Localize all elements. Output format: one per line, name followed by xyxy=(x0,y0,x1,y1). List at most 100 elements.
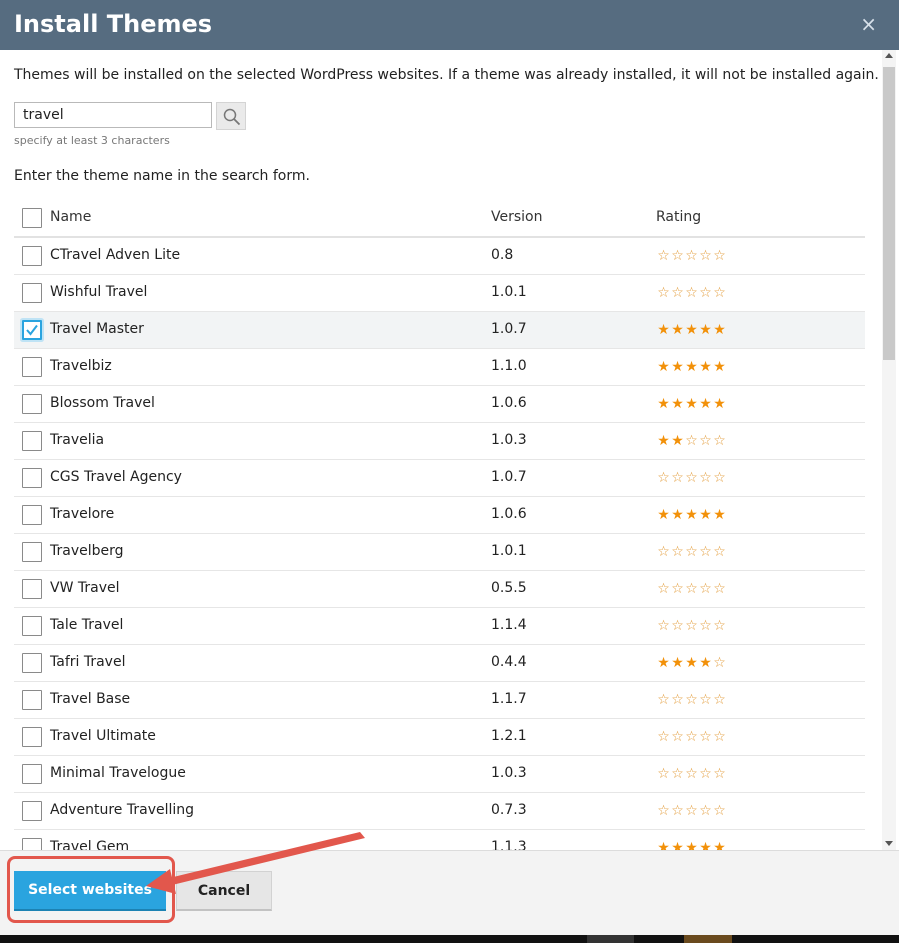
row-checkbox[interactable] xyxy=(22,246,42,266)
table-row[interactable]: Travel Base 1.1.7 ☆ ☆ ☆ ☆ ☆ xyxy=(14,682,865,719)
theme-rating: ★ ★ ★ ★ ★ xyxy=(656,507,726,523)
table-row[interactable]: Adventure Travelling 0.7.3 ☆ ☆ ☆ ☆ ☆ xyxy=(14,793,865,830)
row-checkbox[interactable] xyxy=(22,505,42,525)
star-icon: ★ xyxy=(699,396,712,412)
theme-name: Travelberg xyxy=(50,543,124,559)
star-icon: ★ xyxy=(699,322,712,338)
table-row[interactable]: Tale Travel 1.1.4 ☆ ☆ ☆ ☆ ☆ xyxy=(14,608,865,645)
theme-rating: ★ ★ ★ ★ ★ xyxy=(656,840,726,850)
star-icon: ☆ xyxy=(685,692,698,708)
table-row[interactable]: Minimal Travelogue 1.0.3 ☆ ☆ ☆ ☆ ☆ xyxy=(14,756,865,793)
star-icon: ★ xyxy=(713,396,726,412)
table-row[interactable]: Travelberg 1.0.1 ☆ ☆ ☆ ☆ ☆ xyxy=(14,534,865,571)
star-icon: ★ xyxy=(713,840,726,850)
theme-name: CTravel Adven Lite xyxy=(50,247,181,263)
star-icon: ★ xyxy=(699,359,712,375)
column-header-rating[interactable]: Rating xyxy=(656,209,701,225)
star-icon: ☆ xyxy=(699,470,712,486)
table-row[interactable]: Travel Ultimate 1.2.1 ☆ ☆ ☆ ☆ ☆ xyxy=(14,719,865,756)
cancel-button[interactable]: Cancel xyxy=(176,871,272,911)
theme-version: 1.0.1 xyxy=(491,543,527,559)
row-checkbox[interactable] xyxy=(22,727,42,747)
row-checkbox[interactable] xyxy=(22,394,42,414)
star-icon: ☆ xyxy=(657,285,670,301)
scroll-down-icon[interactable] xyxy=(885,841,893,846)
row-checkbox[interactable] xyxy=(22,468,42,488)
table-header: Name Version Rating xyxy=(14,202,865,238)
star-icon: ☆ xyxy=(671,692,684,708)
star-icon: ★ xyxy=(713,507,726,523)
theme-name: CGS Travel Agency xyxy=(50,469,182,485)
star-icon: ☆ xyxy=(671,729,684,745)
table-row[interactable]: Tafri Travel 0.4.4 ★ ★ ★ ★ ☆ xyxy=(14,645,865,682)
star-icon: ☆ xyxy=(699,544,712,560)
star-icon: ☆ xyxy=(671,581,684,597)
theme-name: Travel Base xyxy=(50,691,131,707)
table-row[interactable]: Blossom Travel 1.0.6 ★ ★ ★ ★ ★ xyxy=(14,386,865,423)
theme-rating: ★ ★ ☆ ☆ ☆ xyxy=(656,433,726,449)
star-icon: ☆ xyxy=(657,544,670,560)
star-icon: ☆ xyxy=(713,581,726,597)
row-checkbox[interactable] xyxy=(22,357,42,377)
star-icon: ★ xyxy=(713,322,726,338)
search-button[interactable] xyxy=(216,102,246,130)
table-row[interactable]: Travel Gem 1.1.3 ★ ★ ★ ★ ★ xyxy=(14,830,865,850)
row-checkbox[interactable] xyxy=(22,320,42,340)
select-websites-button[interactable]: Select websites xyxy=(14,871,166,911)
star-icon: ☆ xyxy=(699,433,712,449)
theme-version: 0.7.3 xyxy=(491,802,527,818)
check-icon xyxy=(26,324,38,336)
table-row[interactable]: Travelore 1.0.6 ★ ★ ★ ★ ★ xyxy=(14,497,865,534)
dialog-description: Themes will be installed on the selected… xyxy=(14,67,879,83)
table-row[interactable]: Travelia 1.0.3 ★ ★ ☆ ☆ ☆ xyxy=(14,423,865,460)
star-icon: ☆ xyxy=(713,618,726,634)
star-icon: ☆ xyxy=(671,285,684,301)
star-icon: ★ xyxy=(671,655,684,671)
table-row[interactable]: Travel Master 1.0.7 ★ ★ ★ ★ ★ xyxy=(14,312,865,349)
table-row[interactable]: CGS Travel Agency 1.0.7 ☆ ☆ ☆ ☆ ☆ xyxy=(14,460,865,497)
theme-name: Tale Travel xyxy=(50,617,124,633)
select-all-checkbox[interactable] xyxy=(22,208,42,228)
column-header-version[interactable]: Version xyxy=(491,209,542,225)
row-checkbox[interactable] xyxy=(22,838,42,850)
row-checkbox[interactable] xyxy=(22,542,42,562)
theme-rating: ☆ ☆ ☆ ☆ ☆ xyxy=(656,618,726,634)
table-body: CTravel Adven Lite 0.8 ☆ ☆ ☆ ☆ ☆ Wishful Travel… xyxy=(14,238,865,850)
row-checkbox[interactable] xyxy=(22,653,42,673)
star-icon: ☆ xyxy=(657,729,670,745)
star-icon: ★ xyxy=(685,322,698,338)
theme-version: 1.0.6 xyxy=(491,506,527,522)
star-icon: ☆ xyxy=(699,581,712,597)
theme-version: 0.8 xyxy=(491,247,514,263)
star-icon: ☆ xyxy=(713,729,726,745)
row-checkbox[interactable] xyxy=(22,616,42,636)
table-row[interactable]: Wishful Travel 1.0.1 ☆ ☆ ☆ ☆ ☆ xyxy=(14,275,865,312)
dialog-footer: Select websites Cancel xyxy=(0,850,899,936)
table-row[interactable]: CTravel Adven Lite 0.8 ☆ ☆ ☆ ☆ ☆ xyxy=(14,238,865,275)
scrollbar[interactable] xyxy=(882,50,896,850)
search-input[interactable]: travel xyxy=(14,102,212,128)
theme-version: 1.0.7 xyxy=(491,469,527,485)
table-row[interactable]: VW Travel 0.5.5 ☆ ☆ ☆ ☆ ☆ xyxy=(14,571,865,608)
scrollbar-thumb[interactable] xyxy=(883,67,895,360)
row-checkbox[interactable] xyxy=(22,801,42,821)
theme-version: 0.4.4 xyxy=(491,654,527,670)
row-checkbox[interactable] xyxy=(22,431,42,451)
star-icon: ★ xyxy=(657,840,670,850)
theme-version: 1.0.3 xyxy=(491,765,527,781)
scroll-up-icon[interactable] xyxy=(885,53,893,58)
row-checkbox[interactable] xyxy=(22,283,42,303)
theme-rating: ☆ ☆ ☆ ☆ ☆ xyxy=(656,729,726,745)
star-icon: ★ xyxy=(699,507,712,523)
table-row[interactable]: Travelbiz 1.1.0 ★ ★ ★ ★ ★ xyxy=(14,349,865,386)
row-checkbox[interactable] xyxy=(22,579,42,599)
column-header-name[interactable]: Name xyxy=(50,209,91,225)
star-icon: ☆ xyxy=(685,248,698,264)
row-checkbox[interactable] xyxy=(22,690,42,710)
close-icon[interactable]: × xyxy=(860,14,877,34)
theme-version: 1.2.1 xyxy=(491,728,527,744)
star-icon: ★ xyxy=(657,396,670,412)
star-icon: ★ xyxy=(685,655,698,671)
star-icon: ☆ xyxy=(685,544,698,560)
row-checkbox[interactable] xyxy=(22,764,42,784)
